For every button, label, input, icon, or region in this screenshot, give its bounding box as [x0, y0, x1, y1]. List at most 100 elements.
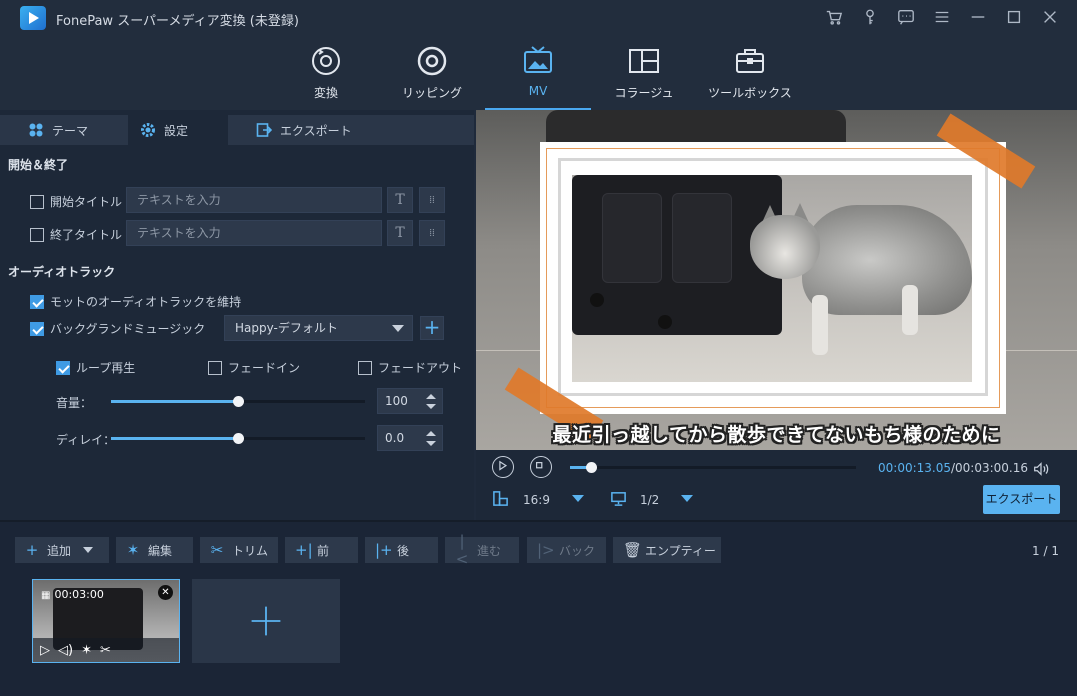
time-readout: 00:00:13.05/00:03:00.16 [878, 461, 1028, 475]
plus-icon: + [25, 541, 39, 559]
back-button[interactable]: |> バック [527, 537, 606, 563]
bgm-select[interactable]: Happy-デフォルト [224, 315, 413, 341]
move-forward-icon: |< [455, 532, 469, 568]
remove-clip-button[interactable]: ✕ [158, 585, 173, 600]
volume-label: 音量： [56, 396, 93, 410]
end-title-checkbox[interactable] [30, 227, 44, 242]
start-title-row[interactable]: 開始タイトル [30, 193, 122, 210]
forward-button[interactable]: |< 進む [445, 532, 519, 568]
add-clip-tile[interactable] [192, 579, 340, 663]
video-frame [572, 175, 972, 382]
tab-export[interactable]: エクスポート [228, 115, 474, 145]
video-subtitle: 最近引っ越してから散歩できてないもち様のために [552, 424, 1001, 446]
tab-theme-label: テーマ [52, 123, 89, 138]
video-bag-wheel [658, 315, 672, 329]
volume-stepper[interactable]: 100 [377, 388, 443, 414]
quality-dropdown[interactable] [681, 495, 693, 502]
quality-value[interactable]: 1/2 [640, 493, 659, 507]
empty-button[interactable]: 🗑 エンプティー [613, 537, 721, 563]
clip-thumbnail[interactable]: ▦ 00:03:00 ✕ ▷ ◁) ✶ ✂ [32, 579, 180, 663]
nav-collage-label: コラージュ [614, 86, 674, 100]
delay-slider[interactable] [111, 433, 365, 444]
add-music-button[interactable]: + [420, 316, 444, 340]
keep-audio-row[interactable]: モットのオーディオトラックを維持 [30, 293, 241, 310]
tab-settings[interactable]: 設定 [128, 115, 228, 145]
convert-icon [309, 44, 343, 78]
fade-out-checkbox[interactable] [358, 360, 372, 375]
nav-toolbox[interactable]: ツールボックス [700, 44, 800, 110]
start-title-input[interactable]: テキストを入力 [126, 187, 382, 213]
video-preview[interactable]: 最近引っ越してから散歩できてないもち様のために [476, 110, 1077, 450]
insert-after-button[interactable]: |+ 後 [365, 537, 438, 563]
tab-theme[interactable]: テーマ [0, 115, 128, 145]
trash-icon: 🗑 [623, 541, 643, 559]
delay-slider-handle[interactable] [233, 433, 244, 444]
move-back-icon: |> [537, 541, 555, 559]
playback-progress[interactable] [570, 462, 856, 473]
export-button[interactable]: エクスポート [983, 485, 1060, 514]
end-position-button[interactable]: ⁞⁞ [419, 220, 445, 246]
plus-icon [251, 606, 281, 636]
stop-button[interactable] [530, 456, 552, 478]
total-time: /00:03:00.16 [950, 461, 1029, 475]
start-position-button[interactable]: ⁞⁞ [419, 187, 445, 213]
bgm-row[interactable]: バックグランドミュージック [30, 320, 205, 337]
film-icon: ▦ [41, 590, 51, 601]
volume-icon[interactable] [1032, 460, 1050, 481]
start-font-button[interactable]: T [387, 187, 413, 213]
clip-play-icon[interactable]: ▷ [40, 643, 50, 658]
nav-convert[interactable]: 変換 [276, 44, 376, 110]
fade-in-checkbox[interactable] [208, 360, 222, 375]
end-font-button[interactable]: T [387, 220, 413, 246]
add-button[interactable]: + 追加 [15, 537, 109, 563]
fade-out-label: フェードアウト [378, 361, 463, 375]
keep-audio-checkbox[interactable] [30, 294, 44, 309]
clip-trim-icon[interactable]: ✂ [100, 643, 111, 658]
title-bar: FonePaw スーパーメディア変換 (未登録) [0, 0, 1077, 36]
monitor-icon [610, 490, 627, 510]
play-button[interactable] [492, 456, 514, 478]
playback-progress-handle[interactable] [586, 462, 597, 473]
loop-checkbox[interactable] [56, 360, 70, 375]
delay-label: ディレイ： [56, 433, 116, 447]
cart-icon[interactable] [823, 6, 845, 28]
menu-icon[interactable] [931, 6, 953, 28]
play-icon [499, 460, 508, 471]
edit-button[interactable]: ✶ 編集 [116, 537, 193, 563]
scissors-icon: ✂ [210, 541, 224, 559]
nav-ripping[interactable]: リッピング [382, 44, 482, 110]
current-time: 00:00:13.05 [878, 461, 951, 475]
trim-button[interactable]: ✂ トリム [200, 537, 278, 563]
export-icon [256, 123, 272, 137]
fade-in-row[interactable]: フェードイン [208, 359, 300, 376]
start-title-label: 開始タイトル [50, 195, 123, 209]
settings-panel: テーマ 設定 エクスポート 開始＆終了 開始タイトル テキストを入力 T ⁞⁞ … [0, 110, 474, 520]
close-icon: ✕ [161, 587, 170, 598]
close-icon[interactable] [1039, 6, 1061, 28]
end-title-input[interactable]: テキストを入力 [126, 220, 382, 246]
collage-icon [627, 44, 661, 78]
aspect-ratio-value[interactable]: 16:9 [523, 493, 550, 507]
volume-slider[interactable] [111, 396, 365, 407]
nav-mv[interactable]: MV [485, 44, 591, 110]
loop-row[interactable]: ループ再生 [56, 359, 135, 376]
delay-stepper[interactable]: 0.0 [377, 425, 443, 451]
fade-out-row[interactable]: フェードアウト [358, 359, 462, 376]
app-title: FonePaw スーパーメディア変換 (未登録) [56, 14, 299, 29]
nav-collage[interactable]: コラージュ [594, 44, 694, 110]
maximize-icon[interactable] [1003, 6, 1025, 28]
bgm-checkbox[interactable] [30, 321, 44, 336]
feedback-icon[interactable] [895, 6, 917, 28]
start-title-checkbox[interactable] [30, 194, 44, 209]
end-title-row[interactable]: 終了タイトル [30, 226, 122, 243]
clip-edit-icon[interactable]: ✶ [81, 643, 92, 658]
insert-before-button[interactable]: +| 前 [285, 537, 358, 563]
trim-button-label: トリム [232, 543, 269, 558]
key-icon[interactable] [859, 6, 881, 28]
aspect-ratio-dropdown[interactable] [572, 495, 584, 502]
video-bag-pocket [602, 193, 662, 283]
minimize-icon[interactable] [967, 6, 989, 28]
bgm-label: バックグランドミュージック [50, 322, 206, 336]
volume-slider-handle[interactable] [233, 396, 244, 407]
clip-volume-icon[interactable]: ◁) [58, 643, 73, 658]
